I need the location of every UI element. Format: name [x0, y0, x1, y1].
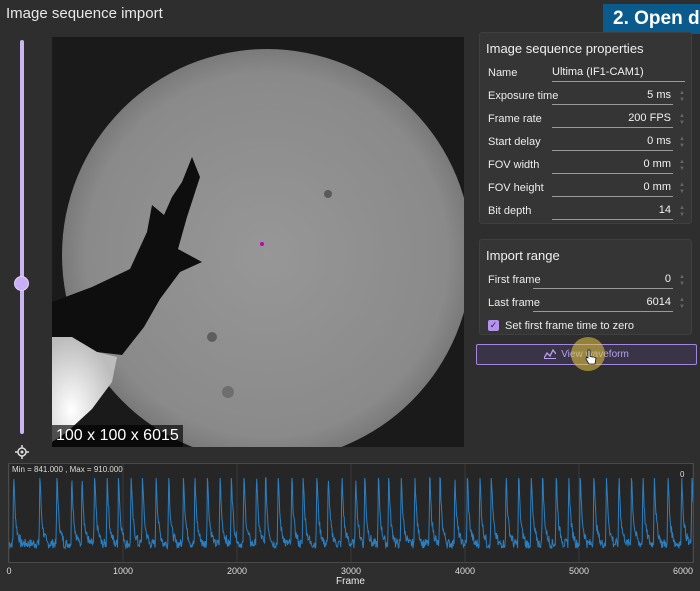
property-row-bit-depth: Bit depth 14 ▲ ▼: [480, 200, 691, 223]
range-row-first-frame: First frame 0 ▲ ▼: [480, 269, 691, 292]
property-row-name: Name Ultima (IF1-CAM1): [480, 62, 691, 85]
spin-icon[interactable]: ▲ ▼: [679, 113, 685, 127]
x-tick-label: 3000: [340, 566, 362, 576]
spin-icon[interactable]: ▲ ▼: [679, 159, 685, 173]
range-row-last-frame: Last frame 6014 ▲ ▼: [480, 292, 691, 315]
checkmark-icon[interactable]: ✓: [488, 320, 499, 331]
hand-cursor-icon: [585, 349, 597, 365]
locate-icon[interactable]: [15, 445, 29, 459]
property-label: Bit depth: [488, 205, 532, 217]
min-max-label: Min = 841.000 , Max = 910.000: [12, 465, 123, 474]
spin-icon[interactable]: ▲ ▼: [679, 205, 685, 219]
property-row-fov-height: FOV height 0 mm ▲ ▼: [480, 177, 691, 200]
fov-height-field[interactable]: 0 mm: [552, 181, 673, 197]
import-range-title: Import range: [486, 248, 560, 263]
last-frame-field[interactable]: 6014: [533, 296, 673, 312]
start-delay-field[interactable]: 0 ms: [552, 135, 673, 151]
fov-width-field[interactable]: 0 mm: [552, 158, 673, 174]
x-tick-label: 5000: [568, 566, 590, 576]
properties-title: Image sequence properties: [486, 41, 644, 56]
property-label: Exposure time: [488, 90, 559, 102]
property-row-start-delay: Start delay 0 ms ▲ ▼: [480, 131, 691, 154]
title-bar: Image sequence import: [0, 0, 700, 30]
property-label: FOV height: [488, 182, 544, 194]
frame-image: [52, 37, 464, 447]
properties-panel: Image sequence properties Name Ultima (I…: [479, 32, 692, 224]
x-tick-label: 4000: [454, 566, 476, 576]
checkbox-label: Set first frame time to zero: [505, 320, 634, 332]
waveform-chart[interactable]: [8, 463, 694, 563]
x-tick-label: 0: [6, 566, 12, 576]
waveform-icon: [544, 349, 557, 360]
spin-icon[interactable]: ▲ ▼: [679, 90, 685, 104]
spin-icon[interactable]: ▲ ▼: [679, 274, 685, 288]
property-label: Frame rate: [488, 113, 542, 125]
overlay-banner: 2. Open d: [603, 4, 700, 34]
property-label: Name: [488, 67, 518, 79]
frame-slider-track[interactable]: [20, 40, 24, 434]
bit-depth-field[interactable]: 14: [552, 204, 673, 220]
x-axis-label: Frame: [336, 576, 365, 587]
x-tick-label: 6000: [672, 566, 694, 576]
image-viewer[interactable]: 100 x 100 x 6015: [52, 37, 464, 447]
spin-icon[interactable]: ▲ ▼: [679, 182, 685, 196]
waveform-right-label: 0: [680, 470, 685, 479]
property-row-fov-width: FOV width 0 mm ▲ ▼: [480, 154, 691, 177]
name-field[interactable]: Ultima (IF1-CAM1): [552, 66, 685, 82]
x-tick-label: 2000: [226, 566, 248, 576]
frame-rate-field[interactable]: 200 FPS: [552, 112, 673, 128]
import-range-panel: Import range First frame 0 ▲ ▼ Last frame…: [479, 239, 692, 335]
property-label: FOV width: [488, 159, 540, 171]
frame-slider-thumb[interactable]: [14, 276, 29, 291]
exposure-time-field[interactable]: 5 ms: [552, 89, 673, 105]
property-row-exposure: Exposure time 5 ms ▲ ▼: [480, 85, 691, 108]
property-row-frame-rate: Frame rate 200 FPS ▲ ▼: [480, 108, 691, 131]
first-frame-zero-checkbox[interactable]: ✓ Set first frame time to zero: [488, 318, 688, 334]
waveform-plot: [8, 464, 694, 562]
spin-icon[interactable]: ▲ ▼: [679, 297, 685, 311]
property-label: Start delay: [488, 136, 541, 148]
x-tick-label: 1000: [112, 566, 134, 576]
spin-icon[interactable]: ▲ ▼: [679, 136, 685, 150]
window-title: Image sequence import: [6, 5, 163, 22]
image-dimensions-label: 100 x 100 x 6015: [52, 425, 183, 447]
first-frame-field[interactable]: 0: [533, 273, 673, 289]
